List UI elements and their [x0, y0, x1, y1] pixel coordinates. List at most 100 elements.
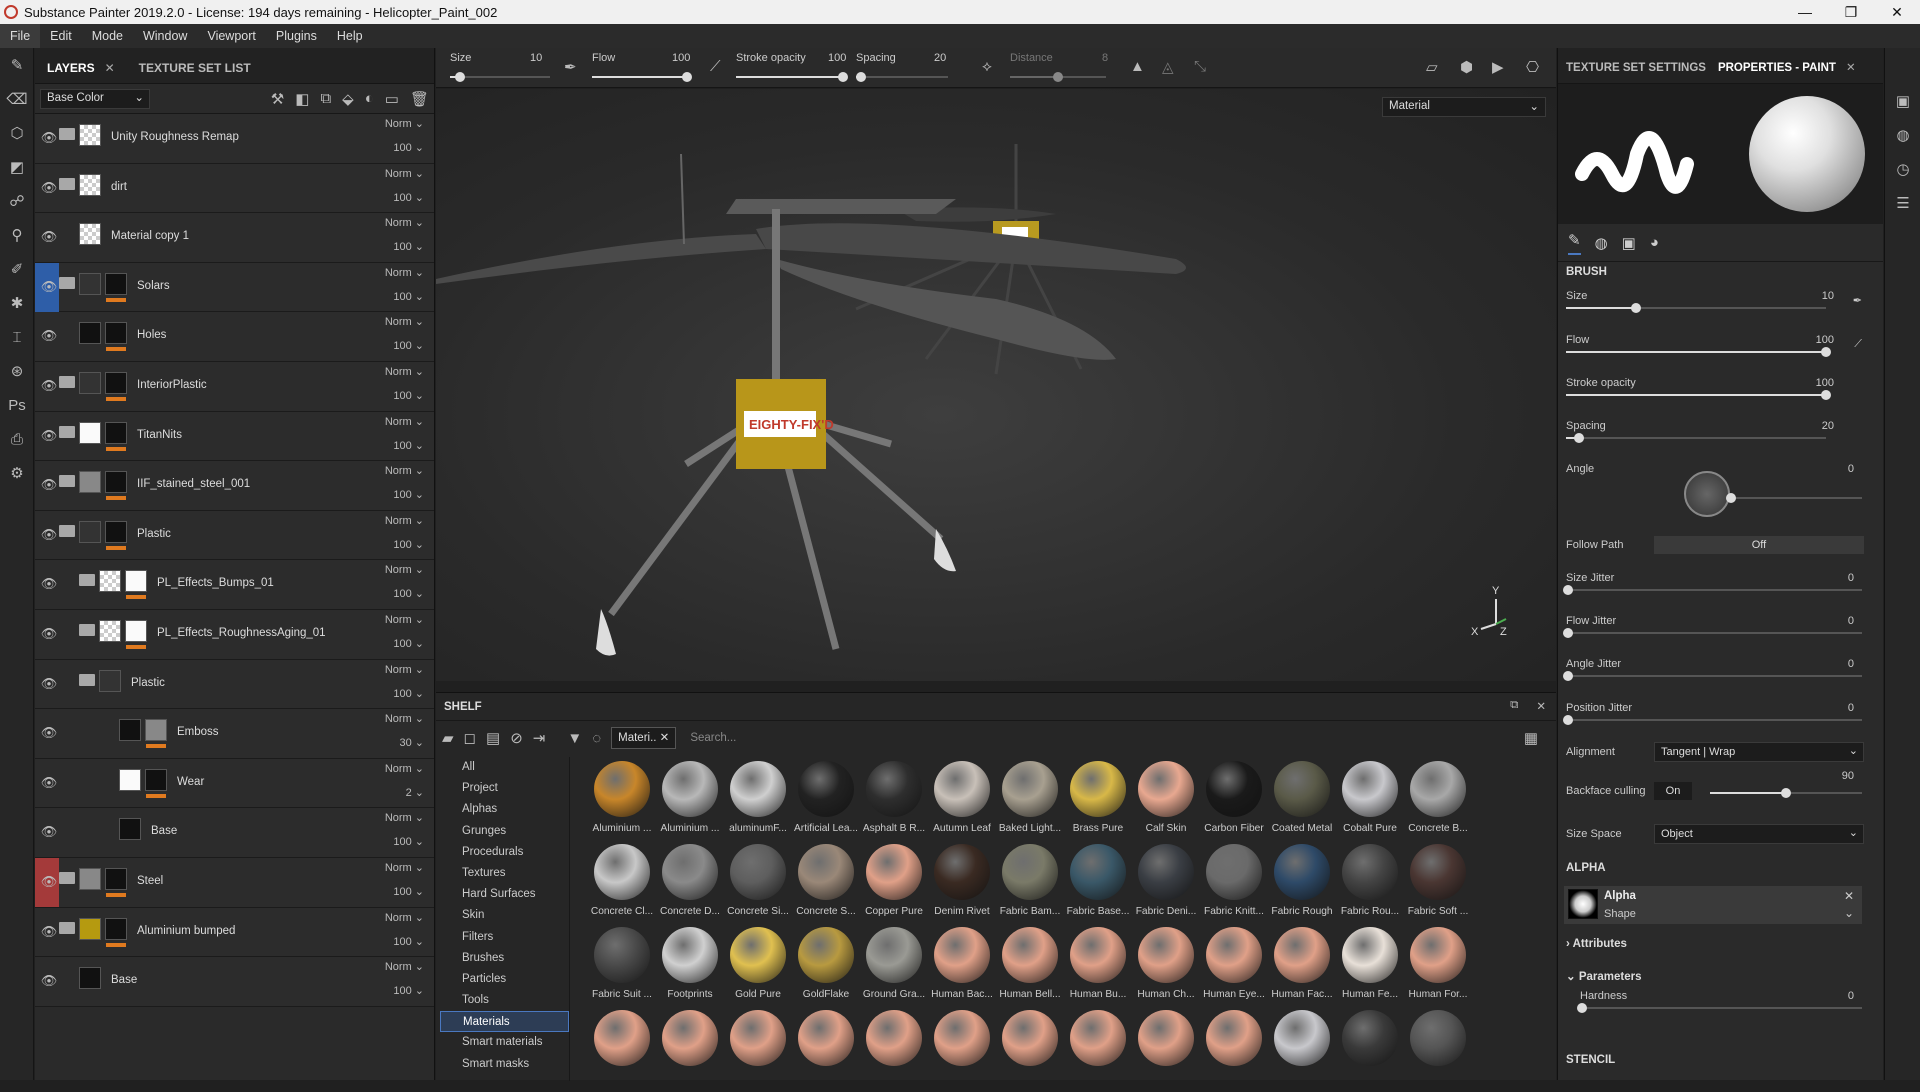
layer-opacity[interactable]: 100 ⌄: [393, 488, 424, 501]
layer-row[interactable]: 👁 InteriorPlastic Norm ⌄ 100 ⌄: [35, 361, 434, 412]
active-filter-chip[interactable]: Materi.. ✕: [611, 727, 677, 749]
remove-filter-icon[interactable]: ✕: [660, 732, 670, 744]
symmetry-axis-icon[interactable]: ◬: [1162, 58, 1174, 76]
material-thumbnail[interactable]: GoldFlake: [792, 927, 860, 1009]
material-thumbnail[interactable]: Human Bac...: [928, 927, 996, 1009]
size-pressure-icon[interactable]: ✒: [1853, 294, 1862, 307]
layer-mask-thumbnail[interactable]: [105, 421, 127, 444]
angle-jitter-track[interactable]: [1563, 671, 1862, 681]
material-thumbnail[interactable]: Human Fac...: [1268, 927, 1336, 1009]
layer-row[interactable]: 👁 IIF_stained_steel_001 Norm ⌄ 100 ⌄: [35, 461, 434, 511]
layer-opacity[interactable]: 2 ⌄: [406, 786, 424, 799]
layer-thumbnail[interactable]: [119, 818, 141, 841]
menu-viewport[interactable]: Viewport: [197, 24, 265, 48]
layer-opacity[interactable]: 30 ⌄: [399, 736, 424, 749]
layer-thumbnail[interactable]: [79, 223, 101, 246]
brush-spacing-knob[interactable]: [1574, 433, 1584, 443]
layer-visibility-toggle[interactable]: 👁: [35, 461, 59, 510]
toolbar-flow-track[interactable]: [592, 72, 692, 82]
bake-icon[interactable]: ✱: [0, 286, 34, 320]
folder-icon[interactable]: [59, 276, 75, 289]
layer-mask-thumbnail[interactable]: [105, 272, 127, 295]
layer-mask-thumbnail[interactable]: [105, 471, 127, 494]
folder-icon[interactable]: [59, 375, 75, 388]
layer-visibility-toggle[interactable]: 👁: [35, 511, 59, 560]
camera-align-icon[interactable]: ⤡: [1194, 58, 1206, 75]
material-thumbnail[interactable]: Gold Pure: [724, 927, 792, 1009]
layer-opacity[interactable]: 100 ⌄: [393, 240, 424, 253]
material-thumbnail[interactable]: aluminumF...: [724, 761, 792, 843]
layer-row[interactable]: 👁 Unity Roughness Remap Norm ⌄ 100 ⌄: [35, 114, 434, 164]
shelf-category-item[interactable]: Procedurals: [440, 842, 569, 863]
hardness-track[interactable]: [1577, 1003, 1862, 1013]
layer-blend-mode[interactable]: Norm ⌄: [385, 117, 424, 130]
size-space-select[interactable]: Object: [1654, 824, 1864, 844]
layer-visibility-toggle[interactable]: 👁: [35, 213, 59, 262]
material-thumbnail[interactable]: Brass Pure: [1064, 761, 1132, 843]
layer-thumbnail[interactable]: [79, 917, 101, 940]
material-thumbnail[interactable]: Fabric Rou...: [1336, 844, 1404, 926]
material-thumbnail[interactable]: Calf Skin: [1132, 761, 1200, 843]
layer-opacity[interactable]: 100 ⌄: [393, 587, 424, 600]
close-icon[interactable]: ✕: [1536, 699, 1546, 713]
shelf-category-item[interactable]: Particles: [440, 969, 569, 990]
layer-visibility-toggle[interactable]: 👁: [35, 660, 59, 709]
folder-icon[interactable]: [59, 475, 75, 488]
layer-row[interactable]: 👁 PL_Effects_Bumps_01 Norm ⌄ 100 ⌄: [35, 560, 434, 610]
minimize-button[interactable]: —: [1782, 0, 1828, 24]
menu-file[interactable]: File: [0, 24, 41, 48]
screenshot-icon[interactable]: ⎔: [1526, 58, 1539, 76]
smudge-icon[interactable]: ☍: [0, 184, 34, 218]
backface-culling-toggle[interactable]: On: [1654, 782, 1692, 800]
shelf-category-item[interactable]: Tools: [440, 990, 569, 1011]
toolbar-stroke-knob[interactable]: [838, 72, 848, 82]
shelf-category-item[interactable]: Project: [440, 778, 569, 799]
angle-track[interactable]: [1726, 493, 1862, 503]
alpha-slot[interactable]: Alpha Shape ✕ ⌄: [1564, 886, 1862, 924]
layer-blend-mode[interactable]: Norm ⌄: [385, 563, 424, 576]
layer-blend-mode[interactable]: Norm ⌄: [385, 811, 424, 824]
material-thumbnail[interactable]: Concrete D...: [656, 844, 724, 926]
layer-mask-thumbnail[interactable]: [125, 570, 147, 593]
save-icon[interactable]: ▤: [486, 729, 500, 747]
shader-settings-icon[interactable]: ◍: [1885, 118, 1920, 152]
folder-icon[interactable]: [79, 623, 95, 636]
layer-row[interactable]: 👁 Plastic Norm ⌄ 100 ⌄: [35, 659, 434, 710]
material-thumbnail[interactable]: Fabric Knitt...: [1200, 844, 1268, 926]
material-thumbnail[interactable]: Coated Metal: [1268, 761, 1336, 843]
material-thumbnail[interactable]: Concrete Cl...: [588, 844, 656, 926]
angle-knob[interactable]: [1726, 493, 1736, 503]
shelf-category-item[interactable]: Smart masks: [440, 1054, 569, 1075]
layer-thumbnail[interactable]: [79, 471, 101, 494]
menu-help[interactable]: Help: [327, 24, 373, 48]
folder-icon[interactable]: [59, 425, 75, 438]
layer-visibility-toggle[interactable]: 👁: [35, 114, 59, 163]
log-icon[interactable]: ☰: [1885, 186, 1920, 220]
layer-visibility-toggle[interactable]: 👁: [35, 759, 59, 808]
photoshop-icon[interactable]: Ps: [0, 388, 34, 422]
layer-row[interactable]: 👁 Base Norm ⌄ 100 ⌄: [35, 957, 434, 1007]
display-settings-icon[interactable]: ▣: [1885, 84, 1920, 118]
attributes-group[interactable]: › Attributes: [1566, 938, 1862, 950]
folder-icon[interactable]: [59, 128, 75, 140]
flow-pressure-icon[interactable]: ⟋: [710, 58, 721, 75]
layer-visibility-toggle[interactable]: 👁: [35, 610, 59, 659]
layer-row[interactable]: 👁 Emboss Norm ⌄ 30 ⌄: [35, 709, 434, 759]
toolbar-size-track[interactable]: [450, 72, 550, 82]
layer-blend-mode[interactable]: Norm ⌄: [385, 464, 424, 477]
material-thumbnail[interactable]: Human Ch...: [1132, 927, 1200, 1009]
layer-mask-thumbnail[interactable]: [145, 719, 167, 742]
material-thumbnail[interactable]: Baked Light...: [996, 761, 1064, 843]
follow-path-toggle[interactable]: Off: [1654, 536, 1864, 554]
projection-icon[interactable]: ⬡: [0, 116, 34, 150]
layer-visibility-toggle[interactable]: 👁: [35, 362, 59, 411]
channel-select[interactable]: Base Color: [40, 88, 150, 109]
layer-mask-thumbnail[interactable]: [145, 768, 167, 791]
layer-blend-mode[interactable]: Norm ⌄: [385, 415, 424, 428]
layer-blend-mode[interactable]: Norm ⌄: [385, 216, 424, 229]
layer-thumbnail[interactable]: [99, 619, 121, 642]
layer-opacity[interactable]: 100 ⌄: [393, 290, 424, 303]
cube-view-icon[interactable]: ⬢: [1460, 58, 1473, 76]
folder-icon[interactable]: ▰: [442, 729, 454, 747]
layer-blend-mode[interactable]: Norm ⌄: [385, 266, 424, 279]
